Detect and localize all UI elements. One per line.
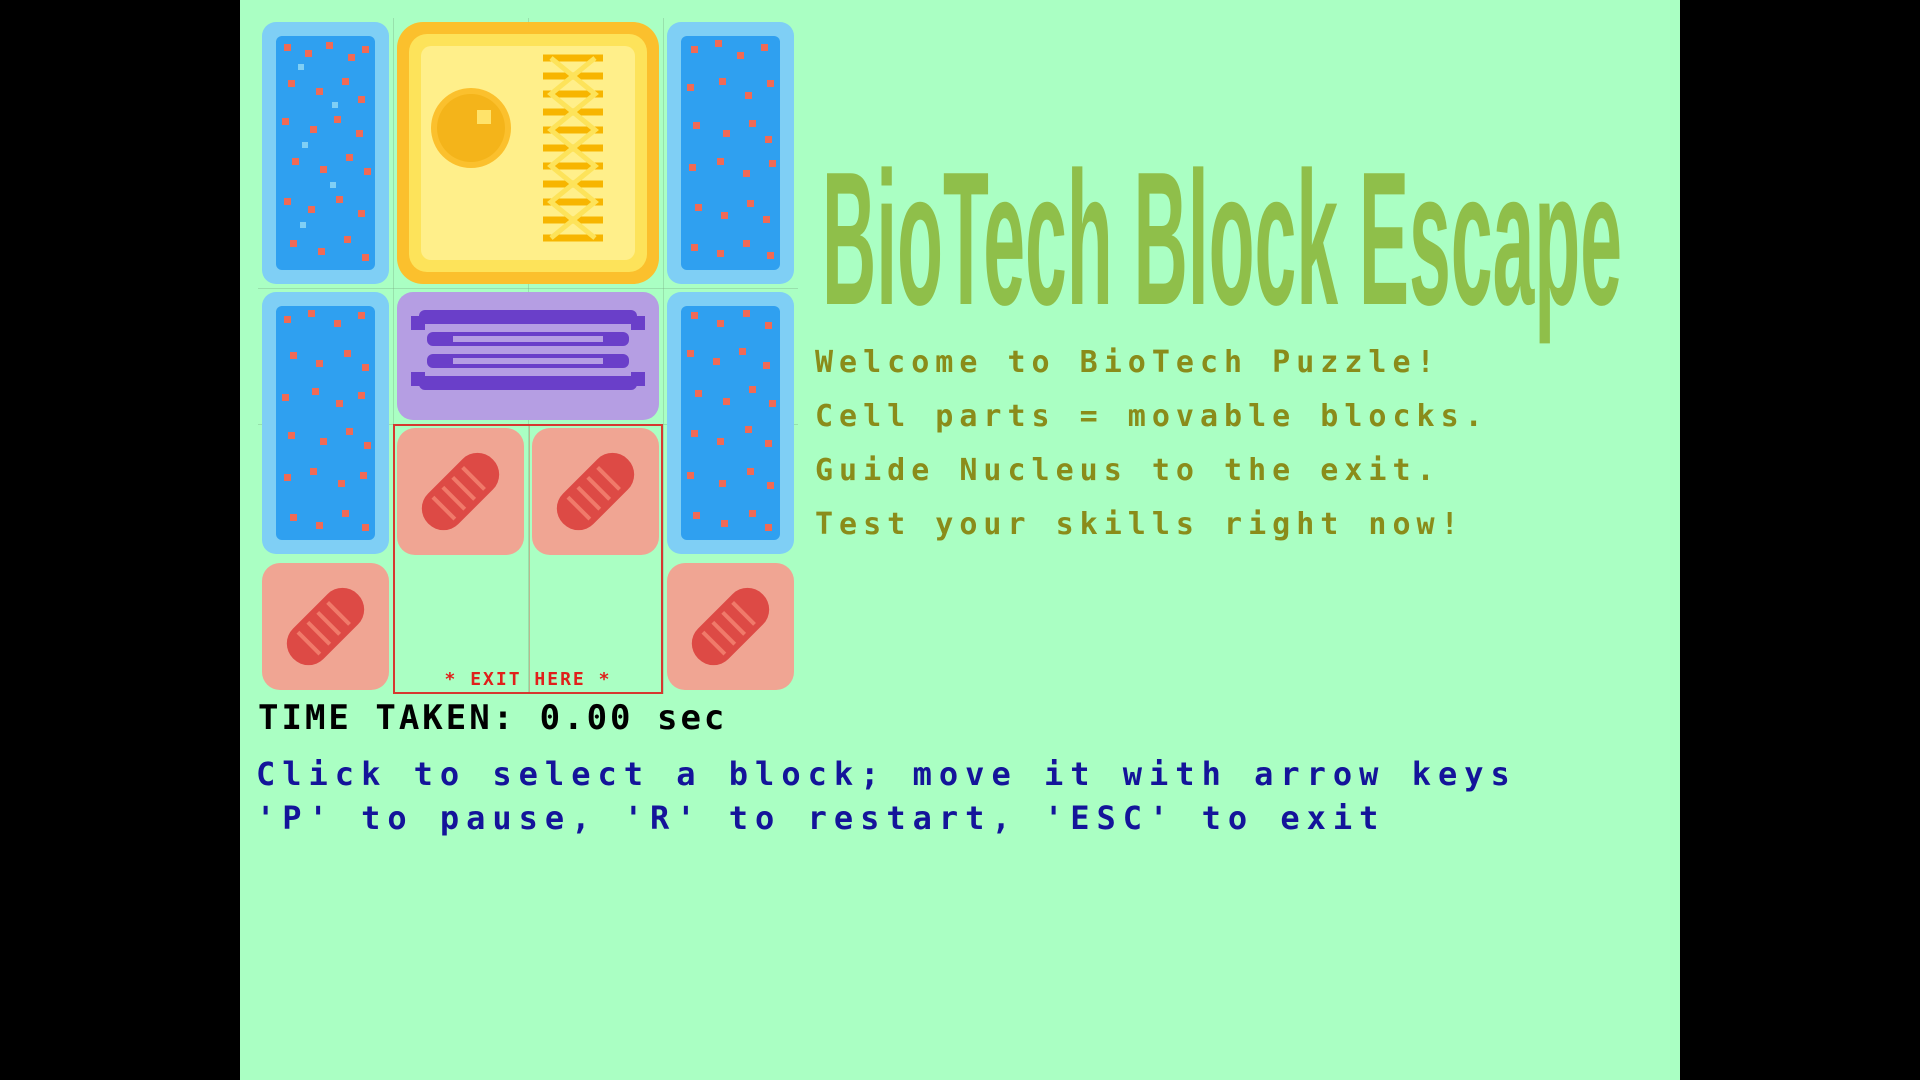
mitochondrion-icon [532,428,659,555]
controls-help: Click to select a block; move it with ar… [256,752,1517,840]
mitochondrion-icon [262,563,389,690]
ribosome-icon [262,22,389,284]
ribosome-block[interactable] [663,18,798,288]
nucleus-icon [397,22,659,284]
golgi-icon [397,292,659,420]
nucleus-block[interactable] [393,18,663,288]
ribosome-icon [262,292,389,554]
game-title-logo: BioTech Block Escape [820,108,1640,348]
ribosome-block[interactable] [663,288,798,558]
time-taken-label: TIME TAKEN: 0.00 sec [258,698,728,738]
ribosome-icon [667,22,794,284]
intro-line: Guide Nucleus to the exit. [815,453,1441,488]
intro-line: Welcome to BioTech Puzzle! [815,345,1441,380]
puzzle-board: * EXIT HERE * [258,18,798,694]
mitochondrion-block[interactable] [663,559,798,694]
intro-line: Test your skills right now! [815,507,1465,542]
mitochondrion-block[interactable] [528,424,663,559]
game-title: BioTech Block Escape [822,133,1622,345]
exit-label: * EXIT HERE * [444,669,612,690]
game-viewport: * EXIT HERE * BioTech Block Escape Welco… [240,0,1680,1080]
help-line: 'P' to pause, 'R' to restart, 'ESC' to e… [256,799,1386,837]
mitochondrion-icon [397,428,524,555]
intro-line: Cell parts = movable blocks. [815,399,1489,434]
ribosome-block[interactable] [258,18,393,288]
ribosome-icon [667,292,794,554]
ribosome-block[interactable] [258,288,393,558]
mitochondrion-icon [667,563,794,690]
intro-text: Welcome to BioTech Puzzle! Cell parts = … [815,336,1489,552]
mitochondrion-block[interactable] [393,424,528,559]
mitochondrion-block[interactable] [258,559,393,694]
help-line: Click to select a block; move it with ar… [256,755,1517,793]
golgi-block[interactable] [393,288,663,424]
